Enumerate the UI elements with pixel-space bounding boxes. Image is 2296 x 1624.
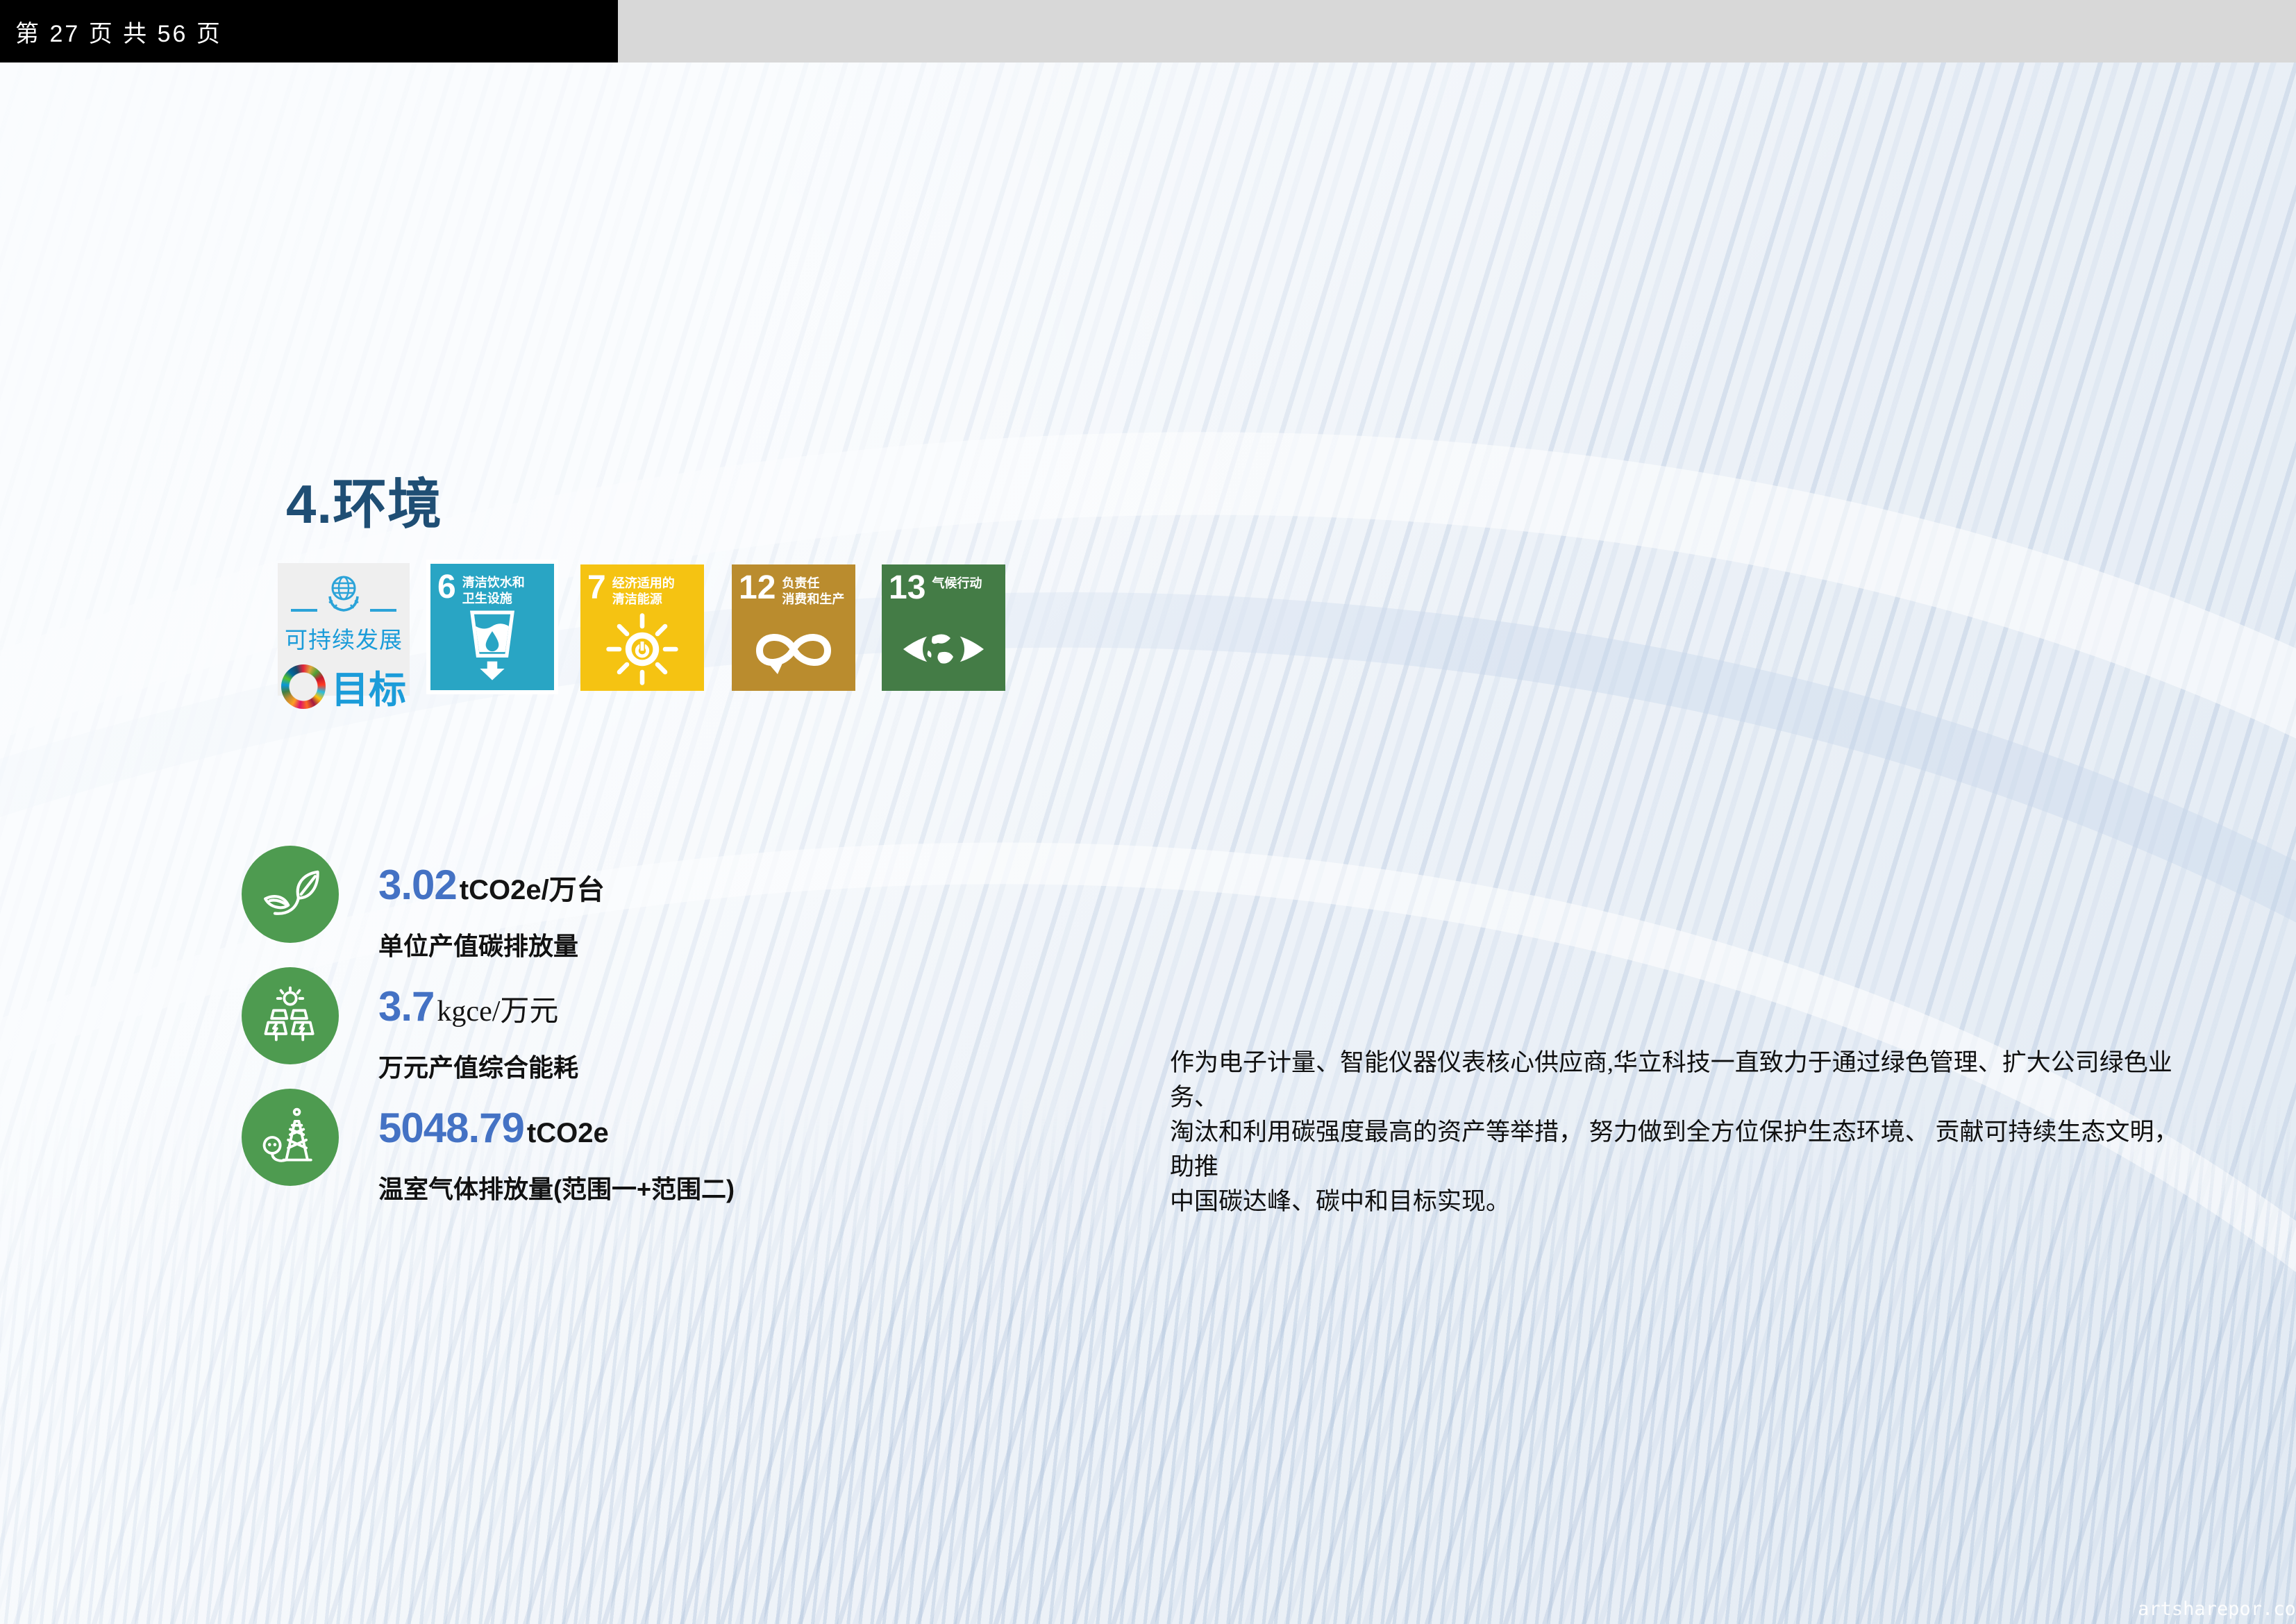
sdg-tile-head: 12 负责任 消费和生产 <box>739 573 848 608</box>
sdg-tile-7: 7 经济适用的 清洁能源 <box>580 564 704 691</box>
paragraph-line: 中国碳达峰、碳中和目标实现。 <box>1170 1184 2190 1219</box>
description-paragraph: 作为电子计量、智能仪器仪表核心供应商,华立科技一直致力于通过绿色管理、扩大公司绿… <box>1170 1046 2190 1219</box>
stat-value: 3.7 kgce/万元 <box>378 982 558 1030</box>
sdg-tile-head: 13 气候行动 <box>889 573 998 603</box>
sdg-label: 负责任 消费和生产 <box>782 576 844 608</box>
emblem-rule-right <box>370 609 396 612</box>
stat-label: 温室气体排放量(范围一+范围二) <box>378 1169 735 1205</box>
stat-icon-circle <box>242 1089 339 1186</box>
stat-label: 单位产值碳排放量 <box>378 926 578 962</box>
eye-earth-icon <box>882 608 1005 691</box>
sdg-tile-head: 6 清洁饮水和 卫生设施 <box>437 572 547 607</box>
stat-unit: tCO2e/万台 <box>460 867 605 907</box>
paragraph-line: 作为电子计量、智能仪器仪表核心供应商,华立科技一直致力于通过绿色管理、扩大公司绿… <box>1170 1046 2190 1115</box>
sdg-logo-goal-text: 目标 <box>331 659 406 714</box>
sdg-tile-13: 13 气候行动 <box>882 564 1005 691</box>
un-emblem-row <box>291 570 396 619</box>
leaf-icon <box>258 862 322 926</box>
stat-value: 5048.79 tCO2e <box>378 1104 609 1152</box>
sdg-label: 经济适用的 清洁能源 <box>612 576 675 608</box>
sdg-logo-text: 可持续发展 <box>285 621 403 655</box>
power-tower-icon <box>257 1104 324 1171</box>
page-header-strip <box>618 0 2296 62</box>
stat-icon-circle <box>242 967 339 1064</box>
sdg-number: 12 <box>739 573 776 603</box>
sdg-logo-tile: 可持续发展 目标 <box>278 563 410 696</box>
water-glass-icon <box>430 607 554 690</box>
page-background <box>0 0 2296 1624</box>
sdg-tile-12: 12 负责任 消费和生产 <box>732 564 855 691</box>
sdg-number: 13 <box>889 573 925 603</box>
sdg-label: 清洁饮水和 卫生设施 <box>462 575 525 607</box>
section-title: 4.环境 <box>286 461 442 539</box>
stat-number: 5048.79 <box>378 1104 524 1152</box>
stat-icon-circle <box>242 846 339 943</box>
background-highlight <box>0 0 2296 1624</box>
watermark: artsharepor.com <box>2138 1598 2296 1620</box>
solar-panel-icon <box>257 982 324 1049</box>
sdg-number: 7 <box>587 573 606 603</box>
stat-label: 万元产值综合能耗 <box>378 1048 578 1084</box>
sdg-wheel-icon <box>281 664 326 709</box>
sun-energy-icon <box>580 608 704 691</box>
un-emblem-icon <box>321 570 366 619</box>
stat-unit: kgce/万元 <box>437 987 558 1030</box>
emblem-rule-left <box>291 609 317 612</box>
stat-number: 3.02 <box>378 861 457 909</box>
stat-unit: tCO2e <box>527 1118 609 1149</box>
sdg-label: 气候行动 <box>932 576 982 592</box>
stat-value: 3.02 tCO2e/万台 <box>378 861 605 909</box>
stat-number: 3.7 <box>378 982 434 1030</box>
sdg-tile-head: 7 经济适用的 清洁能源 <box>587 573 697 608</box>
sdg-logo-goal-row: 目标 <box>281 659 406 714</box>
page-header-bar: 第 27 页 共 56 页 <box>0 0 618 62</box>
page-number: 第 27 页 共 56 页 <box>0 15 222 49</box>
sdg-number: 6 <box>437 572 456 603</box>
paragraph-line: 淘汰和利用碳强度最高的资产等举措， 努力做到全方位保护生态环境、 贡献可持续生态… <box>1170 1115 2190 1184</box>
sdg-tile-6: 6 清洁饮水和 卫生设施 <box>430 564 554 690</box>
infinity-arrow-icon <box>732 608 855 691</box>
